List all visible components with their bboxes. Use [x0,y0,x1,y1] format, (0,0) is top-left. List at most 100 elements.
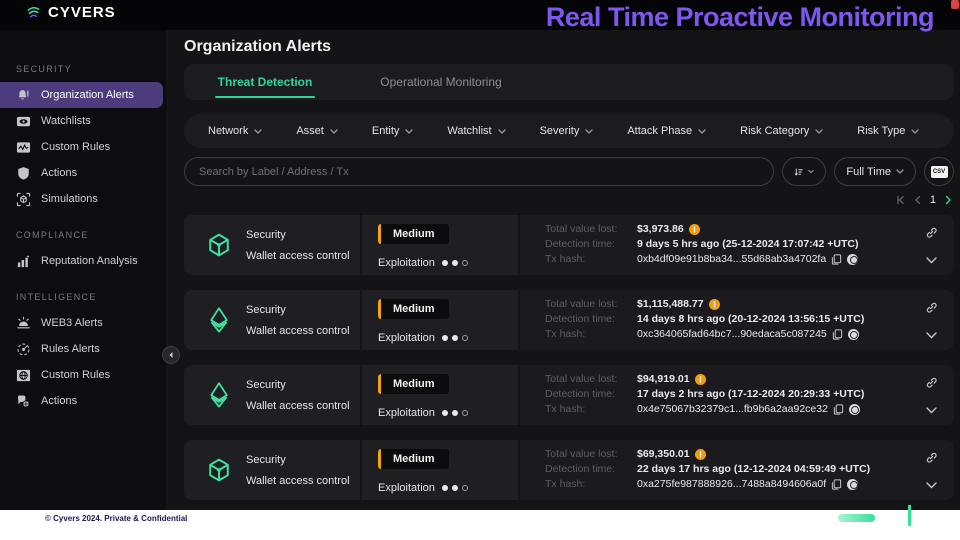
sidebar-item-custom-rules[interactable]: Custom Rules [0,362,166,388]
sidebar-item-actions[interactable]: Actions [0,160,166,186]
filter-label: Attack Phase [627,125,692,137]
bnb-chain-icon [206,232,232,258]
sidebar-item-watchlists[interactable]: Watchlists [0,108,166,134]
link-icon[interactable] [925,301,938,314]
alert-details-cell: Total value lost: $69,350.01 Detection t… [520,440,954,500]
chevron-down-icon[interactable] [926,407,937,414]
radar-icon [16,342,31,357]
link-icon[interactable] [925,376,938,389]
copy-icon[interactable] [833,404,844,415]
warning-icon [689,224,700,235]
explorer-icon[interactable] [849,404,860,415]
filter-label: Severity [540,125,580,137]
detection-time: 22 days 17 hrs ago (12-12-2024 04:59:49 … [637,463,954,475]
sidebar-section-label: COMPLIANCE [16,230,166,240]
chevron-down-icon [815,129,823,134]
tab-threat-detection[interactable]: Threat Detection [184,64,346,100]
attack-phase-label: Exploitation [378,332,435,344]
chevron-down-icon[interactable] [926,257,937,264]
severity-badge: Medium [378,299,449,319]
phase-dot [462,485,468,491]
top-bar: CYVERS Real Time Proactive Monitoring [0,0,960,30]
sidebar-item-simulations[interactable]: Simulations [0,186,166,212]
copy-icon[interactable] [831,254,842,265]
tx-hash-label: Tx hash: [545,253,637,265]
severity-badge: Medium [378,449,449,469]
chevron-left-icon [914,195,921,205]
search-input[interactable] [199,166,759,178]
filter-dropdown-severity[interactable]: Severity [540,125,594,137]
sidebar-section: COMPLIANCE Reputation Analysis [0,230,166,274]
sidebar-item-custom-rules[interactable]: Custom Rules [0,134,166,160]
warning-icon [709,299,720,310]
filter-dropdown-asset[interactable]: Asset [296,125,338,137]
csv-file-icon: CSV [931,166,948,178]
current-page[interactable]: 1 [930,194,936,206]
copy-icon[interactable] [831,479,842,490]
sidebar-collapse-button[interactable] [162,346,180,364]
filter-dropdown-watchlist[interactable]: Watchlist [447,125,505,137]
chevron-down-icon[interactable] [926,332,937,339]
export-csv-button[interactable]: CSV [924,157,954,186]
sidebar-item-actions[interactable]: Actions [0,388,166,414]
tab-operational-monitoring[interactable]: Operational Monitoring [346,64,536,100]
filter-dropdown-attack-phase[interactable]: Attack Phase [627,125,706,137]
alert-row: Security Wallet access control Medium Ex… [184,440,954,500]
alert-category: Security [246,229,350,241]
explorer-icon[interactable] [848,329,859,340]
filter-dropdown-entity[interactable]: Entity [372,125,414,137]
alert-severity-cell: Medium Exploitation [362,440,518,500]
tab-label: Threat Detection [218,75,313,89]
link-icon[interactable] [925,451,938,464]
tab-bar: Threat Detection Operational Monitoring [184,64,954,100]
detection-time-label: Detection time: [545,463,637,475]
bnb-chain-icon [206,457,232,483]
alert-row: Security Wallet access control Medium Ex… [184,215,954,275]
phase-dot [452,335,458,341]
filter-dropdown-risk-category[interactable]: Risk Category [740,125,823,137]
sidebar-item-organization-alerts[interactable]: Organization Alerts [0,82,163,108]
severity-label: Medium [393,378,449,390]
filter-label: Risk Type [857,125,905,137]
cyvers-logo-icon [26,5,41,20]
severity-label: Medium [393,228,449,240]
sidebar-item-label: Rules Alerts [41,343,100,355]
app-window: CYVERS Real Time Proactive Monitoring SE… [0,0,960,540]
eth-chain-icon [206,382,232,408]
tx-hash-label: Tx hash: [545,328,637,340]
chevron-down-icon [896,169,904,174]
severity-color-bar [378,299,381,319]
tab-label: Operational Monitoring [380,75,501,89]
filter-dropdown-network[interactable]: Network [208,125,262,137]
filter-bar: Network Asset Entity Watchlist Severity … [184,114,954,148]
explorer-icon[interactable] [847,479,858,490]
chevron-down-icon [254,129,262,134]
time-range-dropdown[interactable]: Full Time [834,157,916,186]
sort-button[interactable] [782,157,826,186]
phase-dot [462,410,468,416]
chevron-down-icon [585,129,593,134]
link-icon[interactable] [925,226,938,239]
first-page-button[interactable] [895,195,905,205]
explorer-icon[interactable] [847,254,858,265]
sidebar-item-label: Organization Alerts [41,89,134,101]
sidebar-section: SECURITYOrganization AlertsWatchlistsCus… [0,64,166,212]
footer: © Cyvers 2024. Private & Confidential [0,510,960,540]
previous-page-button[interactable] [914,195,921,205]
detection-time-label: Detection time: [545,313,637,325]
search-box [184,157,774,186]
sidebar-item-reputation-analysis[interactable]: Reputation Analysis [0,248,166,274]
total-value-lost: $94,919.01 [637,373,690,385]
sidebar-item-rules-alerts[interactable]: Rules Alerts [0,336,166,362]
next-page-button[interactable] [945,195,952,205]
chevron-right-icon [945,195,952,205]
filter-dropdown-risk-type[interactable]: Risk Type [857,125,919,137]
sidebar-item-label: Custom Rules [41,141,110,153]
chevron-left-icon [167,351,175,359]
sidebar-item-web3-alerts[interactable]: WEB3 Alerts [0,310,166,336]
recording-indicator [951,0,959,9]
attack-phase-label: Exploitation [378,407,435,419]
copy-icon[interactable] [832,329,843,340]
chat-actions-icon [16,394,31,409]
chevron-down-icon[interactable] [926,482,937,489]
